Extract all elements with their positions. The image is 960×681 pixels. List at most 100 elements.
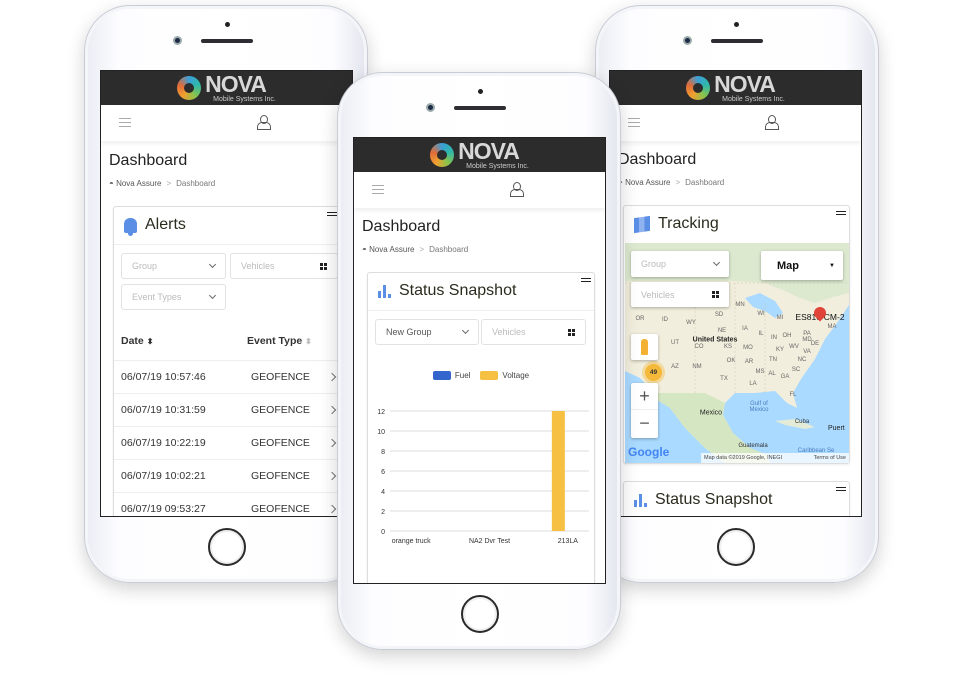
app-header: NOVA Mobile Systems Inc.: [610, 71, 861, 105]
row-date: 06/07/19 09:53:27: [121, 503, 206, 515]
nav-bar: [101, 105, 352, 141]
map-type-select[interactable]: Map ▼: [761, 251, 843, 280]
row-date: 06/07/19 10:57:46: [121, 371, 206, 383]
chevron-right-icon: [327, 504, 337, 514]
map-state-label: ID: [662, 317, 668, 323]
home-button[interactable]: [461, 595, 499, 633]
user-icon[interactable]: [510, 182, 524, 197]
breadcrumb-home[interactable]: Nova Assure: [369, 245, 414, 254]
breadcrumb-current: Dashboard: [429, 245, 469, 254]
status-snapshot-title: Status Snapshot: [399, 282, 517, 299]
table-row[interactable]: 06/07/19 10:31:59 GEOFENCE: [114, 393, 352, 426]
divider: [368, 310, 594, 311]
street-view-pegman-icon[interactable]: [631, 334, 658, 360]
legend-item-voltage[interactable]: Voltage: [480, 371, 529, 380]
row-date: 06/07/19 10:22:19: [121, 437, 206, 449]
speaker: [454, 106, 506, 110]
map-state-label: KS: [723, 344, 733, 350]
front-camera: [173, 36, 182, 45]
table-row[interactable]: 06/07/19 10:02:21 GEOFENCE: [114, 459, 352, 492]
chevron-right-icon: [327, 438, 337, 448]
zoom-in-button[interactable]: +: [631, 383, 658, 410]
chevron-down-icon: [461, 326, 470, 335]
map-state-label: MS: [755, 369, 765, 375]
map-state-label: UT: [671, 340, 679, 346]
zoom-controls: + −: [631, 383, 658, 438]
group-select[interactable]: Group: [121, 253, 226, 279]
table-row[interactable]: 06/07/19 09:53:27 GEOFENCE: [114, 492, 352, 516]
breadcrumb-separator: >: [166, 179, 172, 188]
row-event-type: GEOFENCE: [251, 371, 310, 383]
sensor: [734, 22, 739, 27]
row-event-type: GEOFENCE: [251, 503, 310, 515]
vehicles-select[interactable]: Vehicles: [481, 319, 586, 345]
event-type-column-header[interactable]: Event Type ⬍: [247, 335, 312, 347]
vehicles-select[interactable]: Vehicles: [631, 282, 729, 307]
card-menu-icon[interactable]: [327, 212, 337, 216]
map-state-label: MO: [743, 345, 753, 351]
nova-logo-icon: [686, 76, 711, 100]
map-state-label: CO: [694, 344, 704, 350]
table-row[interactable]: 06/07/19 10:22:19 GEOFENCE: [114, 426, 352, 459]
card-menu-icon[interactable]: [836, 487, 846, 491]
y-tick-label: 8: [381, 449, 385, 456]
map-label-us: United States: [692, 336, 738, 344]
breadcrumb: ◓ Nova Assure > Dashboard: [362, 245, 468, 254]
map-state-label: MI: [776, 315, 784, 321]
date-column-header[interactable]: Date ⬍: [121, 335, 153, 347]
status-snapshot-card: Status Snapshot: [623, 481, 850, 516]
sort-icon: ⬍: [305, 337, 312, 346]
bar-voltage: [551, 411, 565, 531]
dashboard-gauge-icon: ◓: [362, 245, 367, 254]
map-state-label: DE: [810, 341, 820, 347]
breadcrumb-home[interactable]: Nova Assure: [116, 179, 161, 188]
terms-link[interactable]: Terms of Use: [814, 455, 846, 461]
group-select[interactable]: Group: [631, 251, 729, 277]
map-state-label: TN: [769, 357, 777, 363]
zoom-out-button[interactable]: −: [631, 410, 658, 437]
user-icon[interactable]: [765, 115, 779, 130]
bar-chart-icon: [634, 493, 647, 507]
tracking-title: Tracking: [658, 215, 719, 232]
vehicles-placeholder: Vehicles: [641, 289, 675, 300]
y-tick-label: 6: [381, 469, 385, 476]
event-types-select[interactable]: Event Types: [121, 284, 226, 310]
map-view[interactable]: OR ID WY SD MN WI MI NE IA IL IN OH PA UT CO KS MO KY WV VA…: [625, 243, 849, 463]
breadcrumb-home[interactable]: Nova Assure: [625, 178, 670, 187]
map-state-label: AL: [768, 371, 776, 377]
sort-icon: ⬍: [146, 337, 154, 346]
hamburger-menu-icon[interactable]: [628, 118, 640, 127]
map-label-gulf: Gulf of Mexico: [749, 401, 769, 413]
page-title: Dashboard: [362, 218, 441, 235]
user-icon[interactable]: [257, 115, 271, 130]
chevron-right-icon: [327, 405, 337, 415]
legend-swatch: [480, 371, 499, 380]
map-label-puerto: Puert: [828, 425, 845, 432]
chart-legend: Fuel Voltage: [368, 371, 594, 380]
map-label-mexico: Mexico: [699, 409, 723, 417]
legend-item-fuel[interactable]: Fuel: [432, 371, 470, 380]
map-state-label: OK: [726, 358, 736, 364]
vehicles-select[interactable]: Vehicles: [230, 253, 338, 279]
home-button[interactable]: [717, 528, 755, 566]
grid-icon: [320, 262, 327, 270]
hamburger-menu-icon[interactable]: [119, 118, 131, 127]
group-select[interactable]: New Group: [375, 319, 479, 345]
cluster-count: 49: [649, 369, 658, 376]
attribution-text: Map data ©2019 Google, INEGI: [704, 455, 783, 461]
hamburger-menu-icon[interactable]: [372, 185, 384, 194]
table-row[interactable]: 06/07/19 10:57:46 GEOFENCE: [114, 360, 352, 393]
vehicle-cluster[interactable]: 49: [645, 364, 662, 381]
map-state-label: SD: [714, 312, 724, 318]
group-placeholder: Group: [132, 261, 158, 271]
status-bar-chart: 0 2 4 6 8 10 12 orange truck NA2 Dvr Test 213LA: [377, 409, 589, 545]
status-screen: NOVA Mobile Systems Inc. Dashboard ◓ Nova…: [353, 137, 606, 584]
card-menu-icon[interactable]: [581, 278, 591, 282]
speaker: [201, 39, 253, 43]
home-button[interactable]: [208, 528, 246, 566]
card-menu-icon[interactable]: [836, 211, 846, 215]
caret-down-icon: ▼: [829, 262, 835, 269]
sensor: [225, 22, 230, 27]
y-tick-label: 0: [381, 529, 385, 536]
status-snapshot-title: Status Snapshot: [655, 491, 773, 508]
